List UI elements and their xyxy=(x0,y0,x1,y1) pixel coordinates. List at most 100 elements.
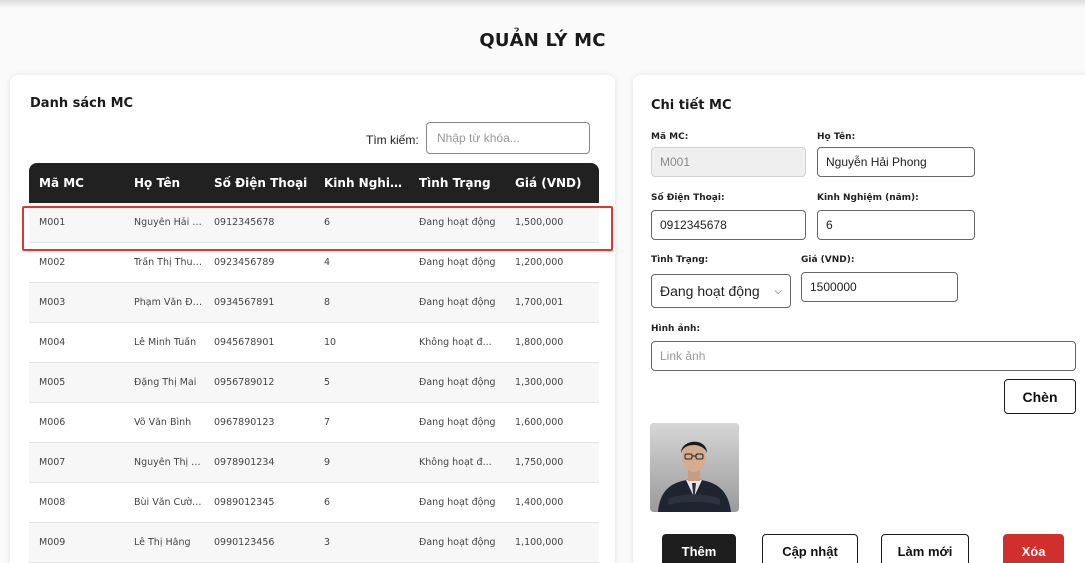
table-body: M001 Nguyễn Hải P... 0912345678 6 Đang hoạt … xyxy=(29,203,599,563)
insert-image-button[interactable]: Chèn xyxy=(1004,379,1076,414)
phone-label: Số Điện Thoại: xyxy=(651,193,725,203)
image-label: Hình ảnh: xyxy=(651,324,701,334)
cell-name: Phạm Văn Đức. xyxy=(134,297,204,308)
cell-status: Đang hoạt động xyxy=(419,537,496,548)
cell-experience: 9 xyxy=(324,457,331,468)
cell-status: Đang hoạt động xyxy=(419,257,496,268)
cell-name: Bùi Văn Cường xyxy=(134,497,204,508)
col-name[interactable]: Họ Tên xyxy=(124,176,204,190)
col-status[interactable]: Tình Trạng xyxy=(409,176,505,190)
cell-status: Đang hoạt động xyxy=(419,217,496,228)
cell-experience: 5 xyxy=(324,377,331,388)
update-button[interactable]: Cập nhật xyxy=(762,534,858,563)
cell-experience: 4 xyxy=(324,257,331,268)
mc-portrait-photo xyxy=(650,423,739,512)
cell-phone: 0978901234 xyxy=(214,457,275,468)
table-row[interactable]: M005 Đặng Thị Mai 0956789012 5 Đang hoạt độn… xyxy=(29,363,599,403)
table-row[interactable]: M002 Trần Thị Thu Hà 0923456789 4 Đang hoạt … xyxy=(29,243,599,283)
cell-status: Không hoạt đ... xyxy=(419,457,492,468)
cell-name: Lê Thị Hằng xyxy=(134,537,191,548)
col-phone[interactable]: Số Điện Thoại xyxy=(204,176,314,190)
table-row[interactable]: M004 Lê Minh Tuấn 0945678901 10 Không hoạt đ… xyxy=(29,323,599,363)
cell-phone: 0945678901 xyxy=(214,337,275,348)
price-label: Giá (VND): xyxy=(801,255,855,265)
cell-status: Đang hoạt động xyxy=(419,297,496,308)
reset-button[interactable]: Làm mới xyxy=(881,534,969,563)
table-row[interactable]: M007 Nguyễn Thị Lan 0978901234 9 Không hoạt … xyxy=(29,443,599,483)
table-row[interactable]: M003 Phạm Văn Đức. 0934567891 8 Đang hoạt độ… xyxy=(29,283,599,323)
cell-experience: 6 xyxy=(324,497,331,508)
status-label: Tình Trạng: xyxy=(651,255,709,265)
experience-field[interactable]: 6 xyxy=(817,210,975,240)
col-code[interactable]: Mã MC xyxy=(29,176,124,190)
cell-price: 1,200,000 xyxy=(515,257,564,268)
cell-code: M005 xyxy=(39,377,66,388)
name-field[interactable]: Nguyễn Hải Phong xyxy=(817,147,975,177)
cell-name: Lê Minh Tuấn xyxy=(134,337,197,348)
mc-table: Mã MC Họ Tên Số Điện Thoại Kinh Nghiệ...… xyxy=(29,163,599,563)
cell-code: M007 xyxy=(39,457,66,468)
cell-experience: 6 xyxy=(324,217,331,228)
table-row[interactable]: M009 Lê Thị Hằng 0990123456 3 Đang hoạt động… xyxy=(29,523,599,563)
cell-experience: 3 xyxy=(324,537,331,548)
detail-title: Chi tiết MC xyxy=(651,98,732,113)
code-label: Mã MC: xyxy=(651,132,689,142)
cell-code: M001 xyxy=(39,217,66,228)
cell-code: M004 xyxy=(39,337,66,348)
mc-list-card: Danh sách MC Tìm kiếm: Mã MC Họ Tên Số Đ… xyxy=(10,75,615,563)
status-select[interactable]: Đang hoạt động ⌵ xyxy=(651,274,791,308)
cell-phone: 0990123456 xyxy=(214,537,275,548)
cell-phone: 0989012345 xyxy=(214,497,275,508)
cell-price: 1,400,000 xyxy=(515,497,564,508)
cell-status: Đang hoạt động xyxy=(419,417,496,428)
cell-phone: 0934567891 xyxy=(214,297,275,308)
cell-code: M008 xyxy=(39,497,66,508)
name-label: Họ Tên: xyxy=(817,132,856,142)
col-experience[interactable]: Kinh Nghiệ... xyxy=(314,176,409,190)
table-row[interactable]: M008 Bùi Văn Cường 0989012345 6 Đang hoạt độ… xyxy=(29,483,599,523)
cell-phone: 0967890123 xyxy=(214,417,275,428)
delete-button[interactable]: Xóa xyxy=(1003,534,1064,563)
code-field: M001 xyxy=(651,147,806,177)
cell-price: 1,500,000 xyxy=(515,217,564,228)
cell-name: Nguyễn Hải P... xyxy=(134,217,204,228)
cell-code: M002 xyxy=(39,257,66,268)
list-title: Danh sách MC xyxy=(30,96,134,111)
status-select-value: Đang hoạt động xyxy=(660,283,760,299)
table-header: Mã MC Họ Tên Số Điện Thoại Kinh Nghiệ...… xyxy=(29,163,599,203)
cell-price: 1,700,001 xyxy=(515,297,564,308)
cell-name: Trần Thị Thu Hà xyxy=(134,257,204,268)
cell-status: Đang hoạt động xyxy=(419,377,496,388)
table-row[interactable]: M001 Nguyễn Hải P... 0912345678 6 Đang hoạt … xyxy=(29,203,599,243)
image-link-field[interactable]: Link ảnh xyxy=(651,341,1076,371)
cell-phone: 0956789012 xyxy=(214,377,275,388)
col-price[interactable]: Giá (VND) xyxy=(505,176,599,190)
cell-experience: 10 xyxy=(324,337,337,348)
top-shadow xyxy=(0,0,1085,8)
cell-price: 1,600,000 xyxy=(515,417,564,428)
chevron-down-icon: ⌵ xyxy=(774,285,782,297)
cell-code: M009 xyxy=(39,537,66,548)
cell-phone: 0923456789 xyxy=(214,257,275,268)
experience-label: Kinh Nghiệm (năm): xyxy=(817,193,919,203)
cell-name: Nguyễn Thị Lan xyxy=(134,457,204,468)
cell-experience: 7 xyxy=(324,417,331,428)
cell-price: 1,100,000 xyxy=(515,537,564,548)
cell-price: 1,750,000 xyxy=(515,457,564,468)
cell-status: Không hoạt đ... xyxy=(419,337,492,348)
cell-price: 1,300,000 xyxy=(515,377,564,388)
phone-field[interactable]: 0912345678 xyxy=(651,210,806,240)
cell-name: Võ Văn Bình xyxy=(134,417,192,428)
cell-experience: 8 xyxy=(324,297,331,308)
cell-phone: 0912345678 xyxy=(214,217,275,228)
search-label: Tìm kiếm: xyxy=(366,133,419,147)
portrait-image xyxy=(650,423,739,512)
page-title: QUẢN LÝ MC xyxy=(479,30,606,51)
cell-status: Đang hoạt động xyxy=(419,497,496,508)
table-row[interactable]: M006 Võ Văn Bình 0967890123 7 Đang hoạt động… xyxy=(29,403,599,443)
cell-price: 1,800,000 xyxy=(515,337,564,348)
cell-name: Đặng Thị Mai xyxy=(134,377,197,388)
search-input[interactable] xyxy=(426,122,590,154)
price-field[interactable]: 1500000 xyxy=(801,272,958,302)
add-button[interactable]: Thêm xyxy=(662,534,736,563)
